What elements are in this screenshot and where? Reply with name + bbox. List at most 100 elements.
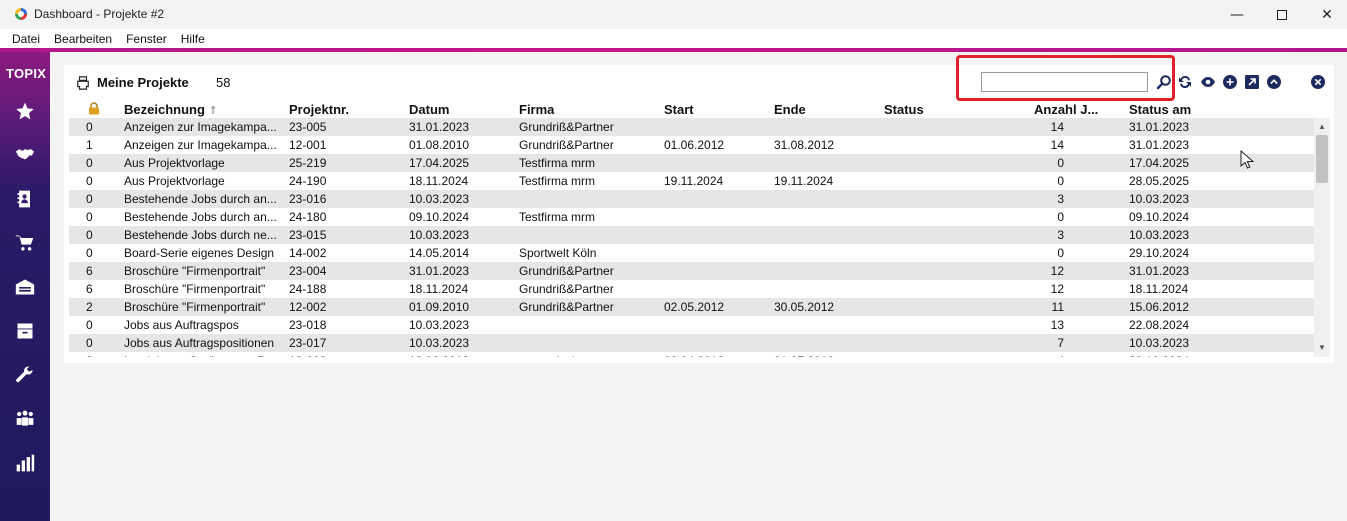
- column-header-firma[interactable]: Firma: [519, 102, 554, 117]
- cell-firma: Grundriß&Partner: [519, 264, 614, 278]
- column-header-bezeichnung[interactable]: Bezeichnung ↑: [124, 102, 218, 117]
- printer-icon[interactable]: [76, 76, 90, 90]
- table-row[interactable]: 1 Anzeigen zur Imagekampa... 12-001 01.08.2…: [69, 136, 1314, 154]
- cell-count: 0: [86, 174, 93, 188]
- wrench-icon[interactable]: [14, 364, 36, 386]
- cart-icon[interactable]: [14, 232, 36, 254]
- table-row[interactable]: 0 Board-Serie eigenes Design 14-002 14.05.2…: [69, 244, 1314, 262]
- vertical-scrollbar[interactable]: ▲ ▼: [1314, 118, 1330, 357]
- cell-bezeichnung: Jobs aus Auftragspositionen: [124, 336, 275, 350]
- menu-bearbeiten[interactable]: Bearbeiten: [54, 32, 112, 46]
- cell-status-am: 31.01.2023: [1129, 264, 1190, 278]
- table-row[interactable]: 6 Broschüre "Firmenportrait" 24-188 18.11.2…: [69, 280, 1314, 298]
- cell-anzahl-jobs: 12: [1050, 264, 1064, 278]
- column-header-status-am[interactable]: Status am: [1129, 102, 1191, 117]
- contacts-icon[interactable]: [14, 188, 36, 210]
- archive-icon[interactable]: [14, 320, 36, 342]
- people-icon[interactable]: [14, 408, 36, 430]
- cell-status-am: 10.03.2023: [1129, 192, 1190, 206]
- cell-datum: 10.03.2023: [409, 318, 470, 332]
- add-button[interactable]: [1222, 74, 1238, 90]
- topix-logo: TOPIX: [6, 66, 47, 81]
- cell-datum: 01.09.2010: [409, 300, 470, 314]
- column-header-datum[interactable]: Datum: [409, 102, 449, 117]
- cell-projektnr: 23-005: [289, 120, 327, 134]
- sidebar: TOPIX: [0, 52, 50, 521]
- plus-circle-icon: [1223, 75, 1237, 89]
- open-external-button[interactable]: [1244, 74, 1260, 90]
- cell-bezeichnung: Broschüre "Firmenportrait": [124, 300, 266, 314]
- table-row[interactable]: 0 Aus Projektvorlage 24-190 18.11.2024 Testf…: [69, 172, 1314, 190]
- cell-firma: Sportwelt Köln: [519, 246, 597, 260]
- cell-datum: 18.11.2024: [409, 174, 469, 188]
- column-header-status[interactable]: Status: [884, 102, 924, 117]
- cell-count: 0: [86, 228, 93, 242]
- table-row[interactable]: 0 Bestehende Jobs durch ne... 23-015 10.03.…: [69, 226, 1314, 244]
- column-header-anzahl-jobs[interactable]: Anzahl J...: [1034, 102, 1098, 117]
- view-button[interactable]: [1200, 74, 1216, 90]
- cell-projektnr: 25-219: [289, 156, 327, 170]
- cell-status-am: 09.10.2024: [1129, 210, 1190, 224]
- project-count: 58: [216, 75, 231, 90]
- cell-bezeichnung: Aus Projektvorlage: [124, 174, 225, 188]
- minimize-button[interactable]: —: [1214, 0, 1260, 29]
- column-header-start[interactable]: Start: [664, 102, 694, 117]
- scroll-down-icon[interactable]: ▼: [1317, 344, 1327, 352]
- table-row[interactable]: 0 Bestehende Jobs durch an... 23-016 10.03.…: [69, 190, 1314, 208]
- bar-chart-icon[interactable]: [14, 452, 36, 474]
- cell-anzahl-jobs: 14: [1050, 138, 1064, 152]
- column-header-ende[interactable]: Ende: [774, 102, 806, 117]
- cell-bezeichnung: Anzeigen zur Imagekampa...: [124, 138, 276, 152]
- cell-status-am: 22.08.2024: [1129, 318, 1190, 332]
- chevron-up-icon: [1267, 75, 1281, 89]
- close-window-button[interactable]: ✕: [1304, 0, 1347, 29]
- menu-hilfe[interactable]: Hilfe: [181, 32, 205, 46]
- cell-count: 1: [86, 138, 93, 152]
- cell-count: 0: [86, 210, 93, 224]
- refresh-button[interactable]: [1177, 74, 1193, 90]
- handshake-icon[interactable]: [14, 144, 36, 166]
- cell-anzahl-jobs: 13: [1050, 318, 1064, 332]
- table-row[interactable]: 0 Aus Projektvorlage 25-219 17.04.2025 Testf…: [69, 154, 1314, 172]
- cell-projektnr: 23-004: [289, 264, 327, 278]
- table-row[interactable]: 0 Jobs aus Auftragspositionen 23-017 10.03.…: [69, 334, 1314, 352]
- cell-firma: Grundriß&Partner: [519, 120, 614, 134]
- scrollbar-thumb[interactable]: [1316, 135, 1328, 183]
- table-row[interactable]: 2 Broschüre "Firmenportrait" 12-002 01.09.2…: [69, 298, 1314, 316]
- table-row[interactable]: 0 Jobs aus Auftragspos 23-018 10.03.2023 13 2…: [69, 316, 1314, 334]
- cell-projektnr: 14-002: [289, 246, 327, 260]
- cell-datum: 17.04.2025: [409, 156, 470, 170]
- maximize-button[interactable]: [1259, 0, 1305, 29]
- cell-count: 6: [86, 264, 93, 278]
- cell-bezeichnung: Bestehende Jobs durch an...: [124, 210, 276, 224]
- cell-projektnr: 12-002: [289, 300, 327, 314]
- search-icon: [1156, 75, 1171, 90]
- cell-datum: 10.03.2023: [409, 228, 470, 242]
- cell-firma: Grundriß&Partner: [519, 282, 614, 296]
- menu-fenster[interactable]: Fenster: [126, 32, 167, 46]
- cell-status-am: 17.04.2025: [1129, 156, 1190, 170]
- scroll-up-icon[interactable]: ▲: [1317, 123, 1327, 131]
- cell-datum: 14.05.2014: [409, 246, 470, 260]
- column-header-projektnr[interactable]: Projektnr.: [289, 102, 349, 117]
- cell-anzahl-jobs: 3: [1057, 228, 1064, 242]
- collapse-button[interactable]: [1266, 74, 1282, 90]
- menu-datei[interactable]: Datei: [12, 32, 40, 46]
- table-row[interactable]: 6 Broschüre "Firmenportrait" 23-004 31.01.2…: [69, 262, 1314, 280]
- cell-bezeichnung: Laminierstraße (internes Pr...: [124, 354, 276, 357]
- warehouse-icon[interactable]: [14, 276, 36, 298]
- close-panel-button[interactable]: [1310, 74, 1326, 90]
- cell-status-am: 31.01.2023: [1129, 120, 1190, 134]
- cell-datum: 18.06.2012: [409, 354, 509, 357]
- cell-projektnr: 12-003: [289, 354, 369, 357]
- table-row[interactable]: 3 Laminierstraße (internes Pr... 12-003 18.…: [69, 352, 1314, 357]
- cell-projektnr: 23-016: [289, 192, 327, 206]
- search-button[interactable]: [1156, 74, 1172, 90]
- table-row[interactable]: 0 Bestehende Jobs durch an... 24-180 09.10.…: [69, 208, 1314, 226]
- cell-bezeichnung: Board-Serie eigenes Design: [124, 246, 275, 260]
- cell-bezeichnung: Broschüre "Firmenportrait": [124, 264, 266, 278]
- table-row[interactable]: 0 Anzeigen zur Imagekampa... 23-005 31.01.2…: [69, 118, 1314, 136]
- search-input[interactable]: [981, 72, 1148, 92]
- star-icon[interactable]: [14, 100, 36, 122]
- cell-count: 6: [86, 282, 93, 296]
